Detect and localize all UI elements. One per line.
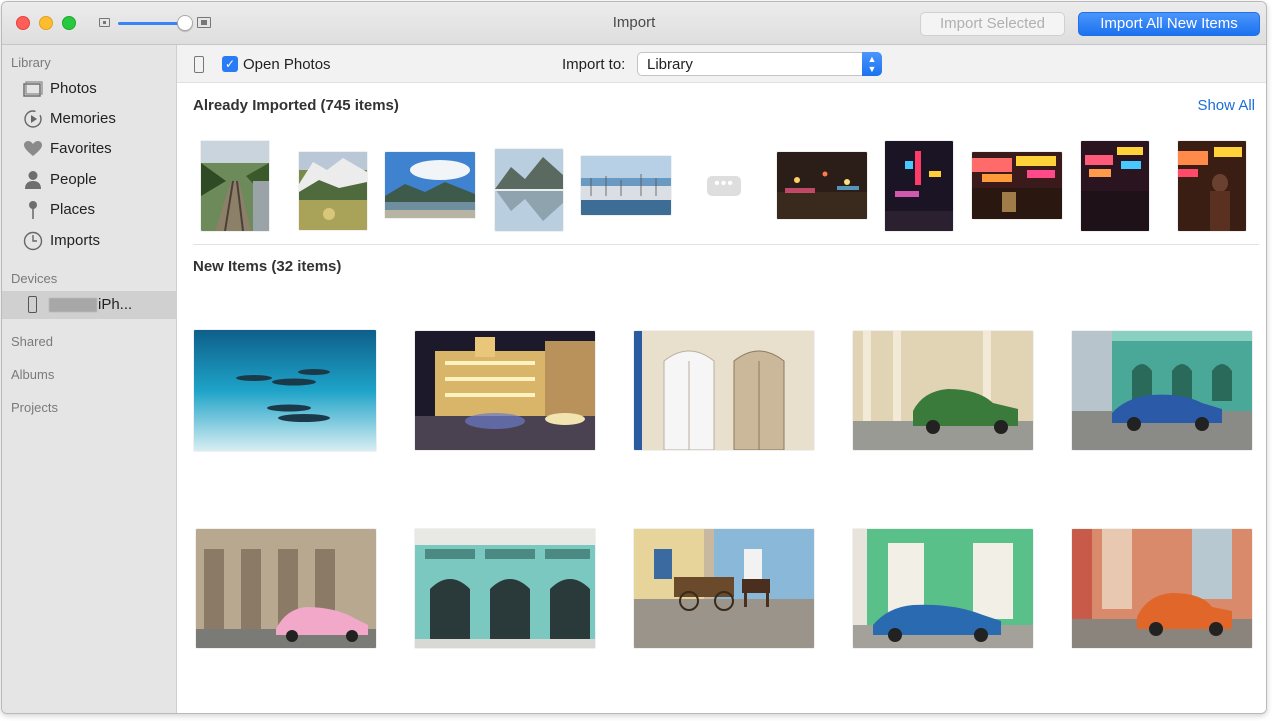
thumbnail-neon-shopfront[interactable] bbox=[972, 152, 1062, 219]
import-window: Import Import Selected Import All New It… bbox=[1, 1, 1267, 714]
sidebar: Library Photos Memories Favorites People bbox=[2, 45, 177, 713]
open-photos-checkbox[interactable]: ✓ bbox=[222, 56, 238, 72]
clock-icon bbox=[22, 230, 44, 252]
sidebar-item-label: Favorites bbox=[50, 140, 112, 157]
import-to-select[interactable]: Library ▲ ▼ bbox=[637, 52, 882, 76]
thumbnail-havana-night-building[interactable] bbox=[415, 331, 595, 450]
thumbnail-night-street[interactable] bbox=[777, 152, 867, 219]
title-bar: Import Import Selected Import All New It… bbox=[2, 2, 1266, 45]
memories-icon bbox=[22, 108, 44, 130]
iphone-icon bbox=[194, 56, 204, 73]
iphone-icon bbox=[28, 296, 37, 313]
thumbnail-green-classic-car[interactable] bbox=[853, 331, 1033, 450]
sidebar-item-label: Imports bbox=[50, 232, 101, 249]
sidebar-item-label: Photos bbox=[50, 80, 97, 97]
thumbnail-teal-colonial-facade[interactable] bbox=[415, 529, 595, 648]
sidebar-header-library: Library bbox=[11, 55, 51, 70]
thumbnail-blue-car-green-wall[interactable] bbox=[853, 529, 1033, 648]
thumbnail-railway-forest[interactable] bbox=[201, 141, 269, 231]
new-items-title: New Items (32 items) bbox=[193, 258, 342, 275]
device-label: iPh... bbox=[98, 296, 133, 313]
open-photos-label[interactable]: Open Photos bbox=[243, 56, 331, 73]
import-content: ✓ Open Photos Import to: Library ▲ ▼ Alre… bbox=[177, 45, 1266, 713]
section-divider bbox=[193, 244, 1259, 245]
thumbnail-white-doors[interactable] bbox=[634, 331, 814, 450]
thumbnail-mountain-lake-sky[interactable] bbox=[385, 152, 475, 218]
sidebar-item-memories[interactable]: Memories bbox=[2, 104, 176, 134]
show-all-link[interactable]: Show All bbox=[1197, 97, 1255, 114]
import-all-new-items-button[interactable]: Import All New Items bbox=[1078, 12, 1260, 36]
thumbnail-snowy-mountain-meadow[interactable] bbox=[299, 152, 367, 230]
sidebar-header-devices: Devices bbox=[11, 271, 58, 286]
thumbnail-blue-car-green-building[interactable] bbox=[1072, 331, 1252, 450]
thumbnail-orange-classic-car[interactable] bbox=[1072, 529, 1252, 648]
thumbnail-neon-street-night[interactable] bbox=[1081, 141, 1149, 231]
thumbnail-dolphins-underwater[interactable] bbox=[194, 330, 376, 451]
thumbnail-mountain-reflection[interactable] bbox=[495, 149, 563, 231]
sidebar-header-shared[interactable]: Shared bbox=[11, 334, 53, 349]
sidebar-item-label: Memories bbox=[50, 110, 116, 127]
sidebar-header-albums[interactable]: Albums bbox=[11, 367, 54, 382]
more-thumbnails-indicator[interactable]: ••• bbox=[707, 176, 741, 196]
import-to-value: Library bbox=[647, 56, 693, 73]
sidebar-item-label: People bbox=[50, 171, 97, 188]
sidebar-item-places[interactable]: Places bbox=[2, 195, 176, 225]
sidebar-item-label: Places bbox=[50, 201, 96, 218]
redacted-device-name bbox=[49, 298, 97, 312]
pin-icon bbox=[22, 199, 44, 221]
import-to-label: Import to: bbox=[562, 56, 626, 73]
photos-icon bbox=[22, 78, 44, 100]
thumbnail-horse-cart[interactable] bbox=[634, 529, 814, 648]
import-selected-button[interactable]: Import Selected bbox=[920, 12, 1065, 36]
thumbnail-pink-classic-car[interactable] bbox=[196, 529, 376, 648]
thumbnail-harbor-boats[interactable] bbox=[581, 156, 671, 215]
already-imported-title: Already Imported (745 items) bbox=[193, 97, 399, 114]
sidebar-item-device[interactable]: iPh... bbox=[2, 291, 177, 319]
sidebar-header-projects[interactable]: Projects bbox=[11, 400, 58, 415]
person-icon bbox=[22, 169, 44, 191]
window-title: Import bbox=[612, 14, 656, 31]
thumbnail-neon-signs-night[interactable] bbox=[885, 141, 953, 231]
heart-icon bbox=[22, 138, 44, 160]
sidebar-item-imports[interactable]: Imports bbox=[2, 226, 176, 256]
sidebar-item-favorites[interactable]: Favorites bbox=[2, 134, 176, 164]
chevron-updown-icon: ▲ ▼ bbox=[862, 52, 882, 76]
sidebar-item-photos[interactable]: Photos bbox=[2, 74, 176, 104]
sidebar-item-people[interactable]: People bbox=[2, 165, 176, 195]
thumbnail-neon-person-night[interactable] bbox=[1178, 141, 1246, 231]
import-toolbar: ✓ Open Photos Import to: Library ▲ ▼ bbox=[177, 45, 1266, 83]
